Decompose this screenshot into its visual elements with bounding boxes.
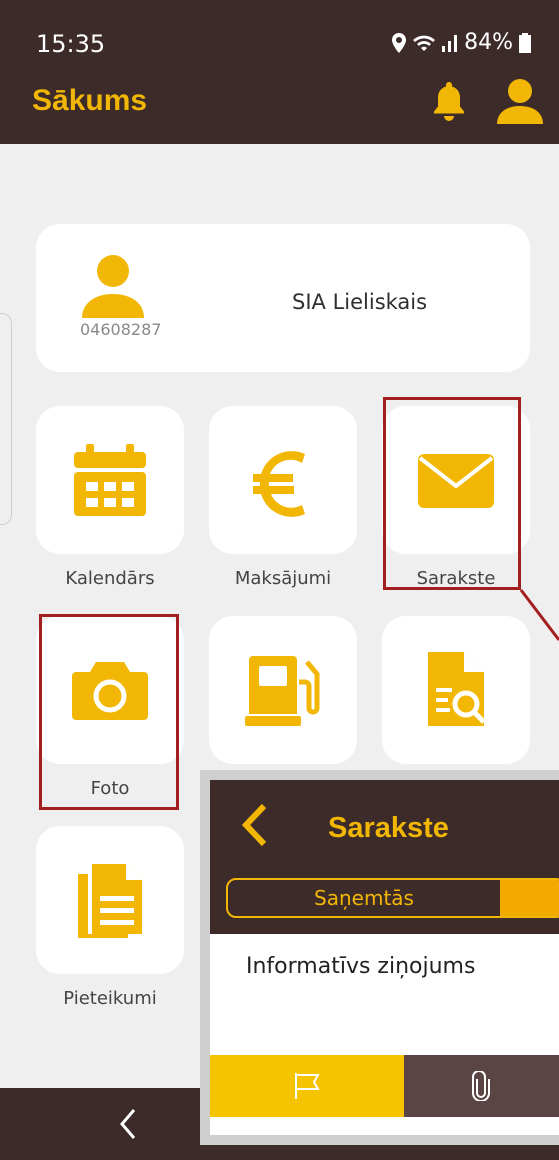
document-search-icon — [428, 652, 486, 726]
wifi-icon — [413, 35, 436, 51]
sarakste-preview-inset: Sarakste Saņemtās Informatīvs ziņojums — [200, 770, 559, 1145]
attachment-action[interactable] — [404, 1055, 559, 1117]
bell-icon[interactable] — [432, 80, 466, 122]
sarakste-preview-screen: Sarakste Saņemtās Informatīvs ziņojums — [210, 780, 559, 1135]
fuel-icon — [245, 656, 320, 726]
user-icon[interactable] — [497, 78, 543, 124]
customer-code: 04608287 — [80, 320, 162, 339]
company-name: SIA Lieliskais — [292, 290, 428, 314]
tile-kalendars[interactable] — [36, 406, 184, 554]
highlight-foto — [39, 614, 179, 810]
tile-label-maksajumi: Maksājumi — [234, 568, 332, 589]
tile-label-pieteikumi: Pieteikumi — [63, 988, 157, 1009]
euro-icon — [253, 451, 305, 517]
chevron-left-icon[interactable] — [240, 802, 270, 848]
tile-label-kalendars: Kalendārs — [65, 568, 155, 589]
profile-card[interactable]: 04608287 SIA Lieliskais — [36, 224, 530, 372]
calendar-icon — [74, 444, 146, 516]
tile-pieteikumi[interactable] — [36, 826, 184, 974]
status-time: 15:35 — [36, 30, 106, 58]
side-panel-handle[interactable] — [0, 313, 12, 525]
location-icon — [392, 32, 407, 53]
highlight-sarakste — [383, 397, 521, 590]
battery-percentage: 84% — [464, 30, 513, 55]
tile-document-search[interactable] — [382, 616, 530, 764]
signal-icon — [442, 34, 458, 52]
tab-sent[interactable] — [500, 880, 559, 916]
tile-fuel[interactable] — [209, 616, 357, 764]
message-subject[interactable]: Informatīvs ziņojums — [246, 954, 475, 979]
sarakste-app-bar: Sarakste — [210, 780, 559, 878]
battery-icon — [519, 32, 531, 53]
app-bar: Sākums — [0, 62, 559, 144]
status-icons: 84% — [392, 30, 531, 55]
flag-action[interactable] — [210, 1055, 404, 1117]
tab-received[interactable]: Saņemtās — [228, 880, 500, 916]
documents-icon — [78, 864, 142, 938]
paperclip-icon — [472, 1071, 490, 1101]
avatar-icon — [82, 255, 144, 318]
status-bar: 15:35 84% — [0, 0, 559, 62]
sarakste-title: Sarakste — [328, 812, 449, 844]
page-title: Sākums — [32, 84, 148, 117]
segmented-control: Saņemtās — [226, 878, 559, 918]
flag-icon — [295, 1073, 320, 1099]
back-nav-icon[interactable] — [116, 1106, 140, 1142]
tile-maksajumi[interactable] — [209, 406, 357, 554]
tab-bar: Saņemtās — [210, 878, 559, 934]
